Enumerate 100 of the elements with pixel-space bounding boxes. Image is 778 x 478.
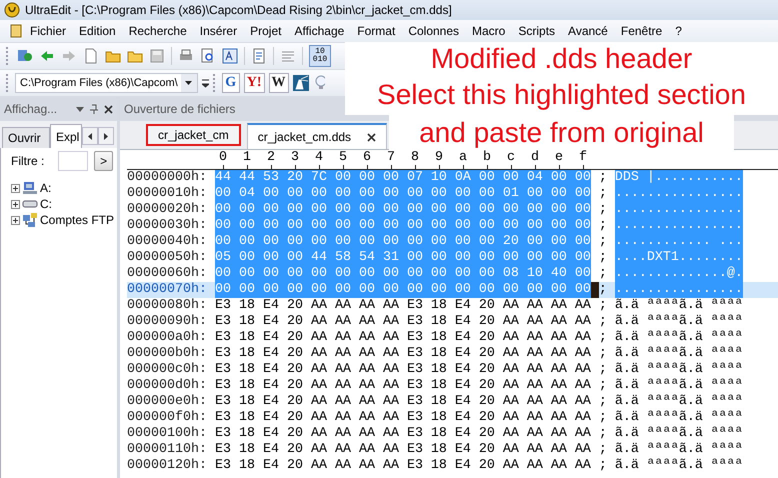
row-address: 000000a0h: — [127, 330, 207, 346]
ascii-text: ................ — [614, 218, 743, 234]
panel-tab[interactable]: Expl — [50, 124, 82, 148]
row-address: 00000000h: — [127, 170, 207, 186]
row-address: 00000110h: — [127, 442, 207, 458]
column-header: a — [455, 150, 471, 169]
ascii-text: ....DXT1........ — [614, 250, 743, 266]
ascii-text: ............ ... — [614, 234, 743, 250]
column-header: d — [527, 150, 543, 169]
ascii-text: ã.ä ªªªªã.ä ªªªª — [614, 298, 743, 314]
left-arrow-icon[interactable] — [88, 132, 92, 140]
ascii-text: ................ — [614, 202, 743, 218]
hex-bytes: 00 00 00 00 00 00 00 00 00 00 00 00 08 10 40 00 — [214, 266, 591, 282]
column-header: 6 — [359, 150, 375, 169]
overflow-icon[interactable] — [202, 78, 209, 88]
column-header: 5 — [335, 150, 351, 169]
workspace-icon[interactable] — [17, 48, 33, 64]
hex-bytes: E3 18 E4 20 AA AA AA AA E3 18 E4 20 AA AA AA AA — [214, 346, 591, 362]
network-icon — [22, 212, 38, 228]
expand-icon[interactable] — [11, 216, 20, 224]
menu-item[interactable]: Insérer — [194, 24, 244, 38]
hex-bytes: 00 00 00 00 00 00 00 00 00 00 00 00 00 00 00 00 — [214, 282, 591, 298]
search-engine-button[interactable]: W — [268, 73, 288, 93]
close-tab-icon[interactable] — [367, 132, 376, 142]
save-icon[interactable] — [149, 48, 165, 64]
menu-item[interactable]: ? — [669, 24, 689, 38]
lighthouse-icon[interactable] — [292, 75, 308, 91]
row-address: 00000090h: — [127, 314, 207, 330]
font-icon[interactable] — [222, 48, 238, 64]
document-lines-icon[interactable] — [251, 48, 267, 64]
menu-item[interactable]: Edition — [73, 24, 123, 38]
separator-semicolon: ; — [598, 298, 607, 314]
panel-title: Ouverture de fichiers — [124, 102, 236, 116]
hex-bytes: E3 18 E4 20 AA AA AA AA E3 18 E4 20 AA AA AA AA — [214, 330, 591, 346]
column-header: 1 — [239, 150, 255, 169]
row-address: 000000d0h: — [127, 378, 207, 394]
tree-item[interactable]: Comptes FTP — [40, 213, 114, 227]
menu-item[interactable]: Avancé — [562, 24, 615, 38]
hex-bytes: 00 00 00 00 00 00 00 00 00 00 00 00 00 00 00 00 — [214, 202, 591, 218]
scroll-right-button[interactable] — [98, 127, 114, 145]
hex-bytes: 05 00 00 00 44 58 54 31 00 00 00 00 00 00 00 00 — [214, 250, 591, 266]
menu-item[interactable]: Colonnes — [402, 24, 466, 38]
panel-tab[interactable]: Ouvrir — [2, 127, 50, 148]
filter-field[interactable] — [58, 151, 88, 171]
close-icon[interactable] — [104, 104, 113, 114]
menu-item[interactable]: Format — [351, 24, 402, 38]
right-arrow-icon[interactable] — [104, 132, 108, 140]
column-header: b — [479, 150, 495, 169]
hex-bytes: E3 18 E4 20 AA AA AA AA E3 18 E4 20 AA AA AA AA — [214, 426, 591, 442]
separator-semicolon: ; — [598, 218, 607, 234]
document-icon[interactable] — [8, 23, 24, 39]
tree-item[interactable]: A: — [40, 181, 52, 195]
menu-item[interactable]: Recherche — [122, 24, 194, 38]
separator-semicolon: ; — [598, 314, 607, 330]
filter-button[interactable]: > — [94, 151, 113, 171]
menu-item[interactable]: Macro — [466, 24, 512, 38]
menu-item[interactable]: Fenêtre — [614, 24, 670, 38]
tree-item[interactable]: C: — [40, 197, 52, 211]
caret-icon[interactable] — [185, 81, 192, 85]
file-tab[interactable]: cr_jacket_cm — [146, 124, 241, 146]
ascii-text: ..............@. — [614, 266, 743, 282]
hex-bytes: 44 44 53 20 7C 00 00 00 07 10 0A 00 00 04 00 00 — [214, 170, 591, 186]
menu-item[interactable]: Scripts — [512, 24, 562, 38]
row-address: 00000020h: — [127, 202, 207, 218]
menu-item[interactable]: Projet — [244, 24, 288, 38]
search-engine-button[interactable]: Y! — [244, 73, 264, 93]
pin-icon[interactable] — [90, 104, 98, 114]
expand-icon[interactable] — [11, 184, 20, 192]
scroll-left-button[interactable] — [82, 127, 98, 145]
separator-semicolon: ; — [598, 170, 607, 186]
row-address: 000000f0h: — [127, 410, 207, 426]
hex-bytes: E3 18 E4 20 AA AA AA AA E3 18 E4 20 AA AA AA AA — [214, 378, 591, 394]
new-file-icon[interactable] — [83, 48, 99, 64]
column-header: e — [551, 150, 567, 169]
back-arrow-icon[interactable] — [39, 48, 55, 64]
separator-semicolon: ; — [598, 362, 607, 378]
hex-bytes: E3 18 E4 20 AA AA AA AA E3 18 E4 20 AA AA AA AA — [214, 394, 591, 410]
ascii-text: ã.ä ªªªªã.ä ªªªª — [614, 410, 743, 426]
hex-mode-button[interactable]: 10 010 — [309, 45, 331, 67]
hex-bytes: 00 00 00 00 00 00 00 00 00 00 00 00 00 00 00 00 — [214, 218, 591, 234]
panel-title: Affichag... — [4, 102, 58, 116]
column-header: 4 — [311, 150, 327, 169]
separator-semicolon: ; — [598, 394, 607, 410]
ascii-text: ã.ä ªªªªã.ä ªªªª — [614, 458, 743, 474]
menu-item[interactable]: Fichier — [24, 24, 74, 38]
row-address: 00000010h: — [127, 186, 207, 202]
row-address: 00000060h: — [127, 266, 207, 282]
search-engine-button[interactable]: G — [222, 73, 240, 93]
separator-semicolon: ; — [598, 282, 607, 298]
annotation-text: Select this highlighted section — [345, 75, 778, 115]
separator-semicolon: ; — [598, 266, 607, 282]
app-logo-icon — [4, 2, 20, 18]
file-tab[interactable]: cr_jacket_cm.dds — [246, 123, 388, 149]
hex-bytes: E3 18 E4 20 AA AA AA AA E3 18 E4 20 AA AA AA AA — [214, 442, 591, 458]
dropdown-icon[interactable] — [76, 106, 84, 112]
path-field[interactable]: C:\Program Files (x86)\Capcom\ — [15, 73, 198, 93]
separator-semicolon: ; — [598, 330, 607, 346]
menu-item[interactable]: Affichage — [288, 24, 352, 38]
expand-icon[interactable] — [11, 200, 20, 208]
ascii-text: ã.ä ªªªªã.ä ªªªª — [614, 362, 743, 378]
